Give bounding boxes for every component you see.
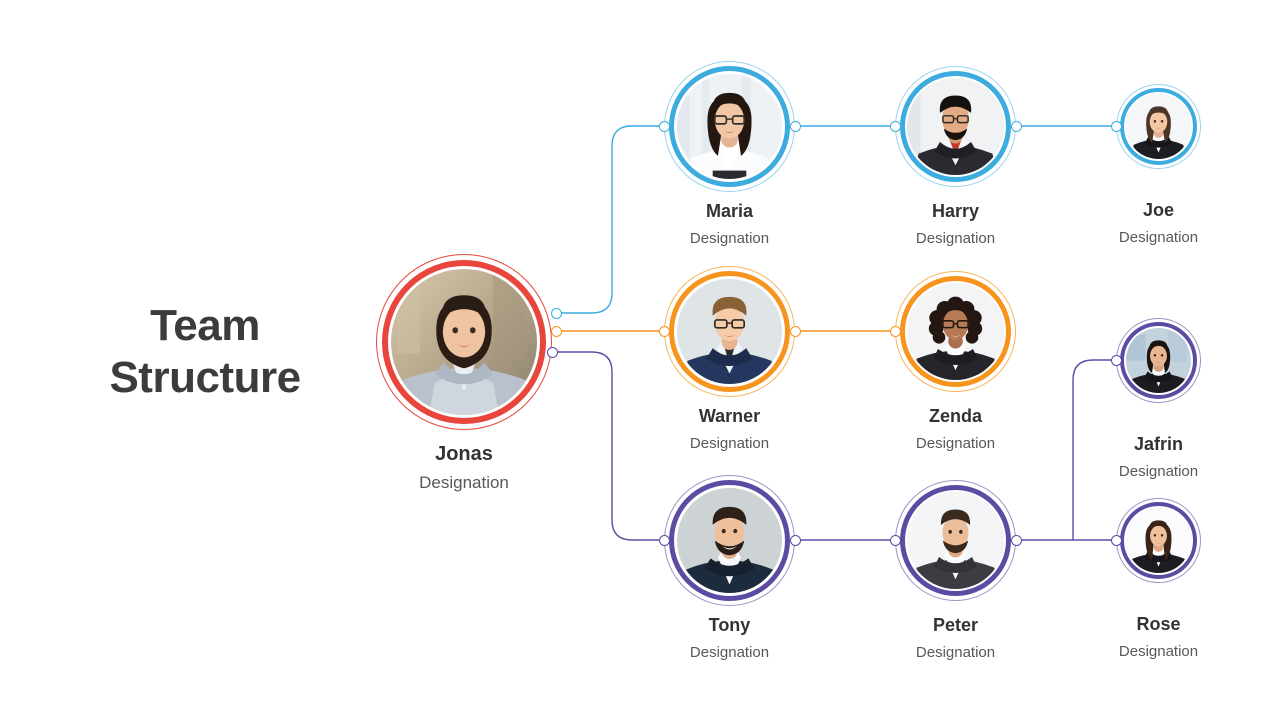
jafrin-designation: Designation <box>1118 462 1199 480</box>
rose-designation: Designation <box>1118 642 1199 660</box>
maria-knob-right <box>789 120 801 132</box>
warner-designation: Designation <box>689 434 770 452</box>
joe-avatar <box>1126 94 1191 159</box>
warner-avatar <box>677 279 782 384</box>
jonas-connector-knob-orange <box>550 325 562 337</box>
rose-caption: Rose Designation <box>1033 614 1280 661</box>
harry-knob-right <box>1010 120 1022 132</box>
joe-name: Joe <box>1142 200 1175 220</box>
maria-designation: Designation <box>689 229 770 247</box>
page-title: Team Structure <box>109 301 301 402</box>
peter-knob-right <box>1010 534 1022 546</box>
node-jonas[interactable]: Jonas Designation <box>376 254 562 492</box>
node-tony[interactable]: Tony Designation <box>658 475 801 661</box>
joe-caption: Joe Designation <box>1033 200 1280 247</box>
rose-name: Rose <box>1136 614 1181 634</box>
node-harry[interactable]: Harry Designation <box>889 66 1022 247</box>
tony-knob-right <box>789 534 801 546</box>
node-joe[interactable]: Joe Designation <box>1110 84 1201 246</box>
harry-knob-left <box>889 120 901 132</box>
team-structure-slide: Team Structure Jonas Designation Maria D… <box>0 0 1280 720</box>
warner-caption: Warner Designation <box>604 406 855 453</box>
peter-avatar <box>907 492 1004 589</box>
jafrin-knob-left <box>1110 354 1122 366</box>
node-warner[interactable]: Warner Designation <box>658 266 801 452</box>
maria-caption: Maria Designation <box>604 201 855 248</box>
warner-knob-right <box>789 325 801 337</box>
jonas-caption: Jonas Designation <box>324 442 604 493</box>
zenda-name: Zenda <box>928 406 982 426</box>
zenda-knob-left <box>889 325 901 337</box>
jonas-avatar <box>391 269 537 415</box>
node-zenda[interactable]: Zenda Designation <box>889 271 1016 452</box>
warner-knob-left <box>658 325 670 337</box>
jafrin-avatar <box>1126 328 1191 393</box>
jafrin-name: Jafrin <box>1133 434 1184 454</box>
jonas-connector-knob-purple <box>546 346 558 358</box>
peter-knob-left <box>889 534 901 546</box>
jonas-designation: Designation <box>419 473 509 492</box>
maria-name: Maria <box>705 201 754 221</box>
tony-avatar <box>677 488 782 593</box>
maria-knob-left <box>658 120 670 132</box>
tony-designation: Designation <box>689 643 770 661</box>
tony-knob-left <box>658 534 670 546</box>
rose-avatar <box>1126 508 1191 573</box>
node-maria[interactable]: Maria Designation <box>658 61 801 247</box>
node-jafrin[interactable]: Jafrin Designation <box>1110 318 1201 480</box>
jonas-connector-knob-blue <box>550 307 562 319</box>
harry-avatar <box>907 78 1004 175</box>
zenda-avatar <box>907 283 1004 380</box>
jonas-name: Jonas <box>435 443 493 465</box>
tony-caption: Tony Designation <box>604 615 855 662</box>
node-rose[interactable]: Rose Designation <box>1110 498 1201 660</box>
maria-avatar <box>677 74 782 179</box>
jafrin-caption: Jafrin Designation <box>1033 434 1280 481</box>
node-peter[interactable]: Peter Designation <box>889 480 1022 661</box>
joe-knob-left <box>1110 120 1122 132</box>
tony-name: Tony <box>708 615 751 635</box>
warner-name: Warner <box>698 406 761 426</box>
joe-designation: Designation <box>1118 228 1199 246</box>
rose-knob-left <box>1110 534 1122 546</box>
